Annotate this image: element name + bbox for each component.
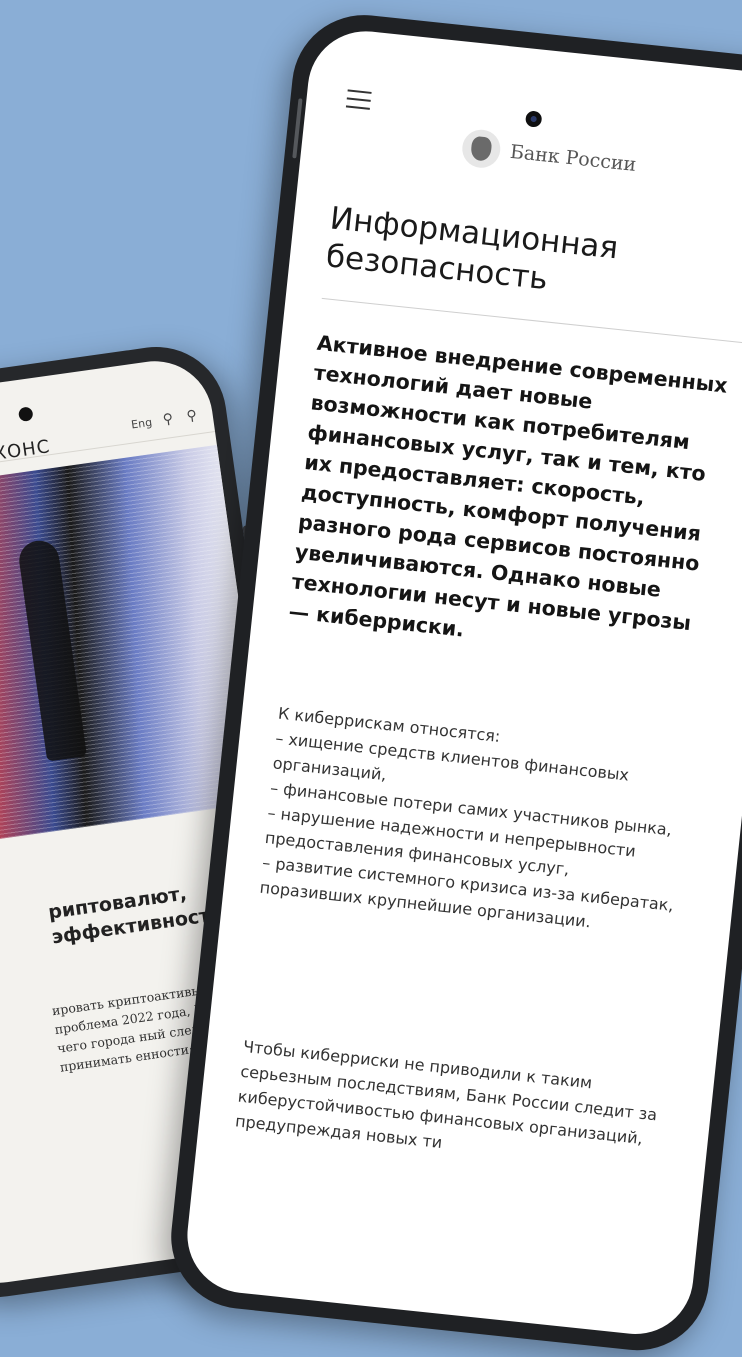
front-camera-icon <box>524 110 543 128</box>
hamburger-menu-icon[interactable] <box>345 89 372 110</box>
logo-text: Банк России <box>508 140 638 176</box>
eagle-emblem-icon <box>460 127 503 170</box>
silhouette <box>16 538 87 762</box>
language-switch[interactable]: Eng <box>130 416 153 432</box>
user-icon[interactable]: ⚲ <box>162 411 174 428</box>
front-camera-icon <box>17 406 34 423</box>
bank-logo[interactable]: Банк России <box>460 127 638 184</box>
body-paragraph: Чтобы киберриски не приводили к таким се… <box>234 1036 659 1153</box>
search-icon[interactable]: ⚲ <box>186 407 198 424</box>
cyber-risks-list: К киберрискам относятся: – хищение средс… <box>259 701 698 944</box>
lead-paragraph: Активное внедрение современных технологи… <box>287 330 729 642</box>
phone-front: Банк России Информационная безопасность … <box>164 8 742 1357</box>
phone-front-screen: Банк России Информационная безопасность … <box>181 25 742 1340</box>
page-title: Информационная безопасность <box>324 200 620 298</box>
